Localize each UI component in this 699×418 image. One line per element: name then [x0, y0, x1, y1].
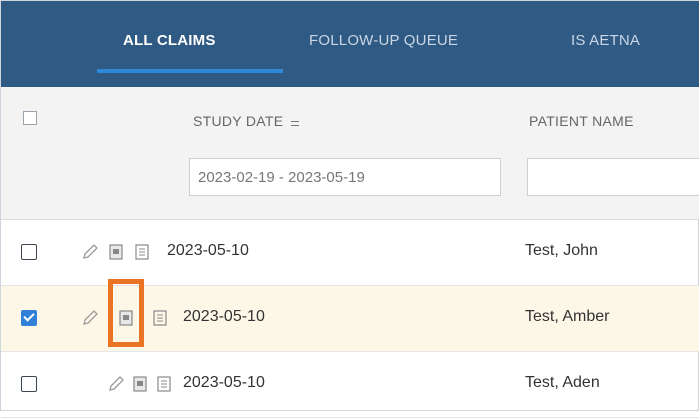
edit-pencil-icon[interactable] [81, 242, 99, 262]
patient-name-label: PATIENT NAME [529, 113, 634, 129]
study-date-cell: 2023-05-10 [183, 374, 265, 391]
tab-is-aetna[interactable]: IS AETNA [571, 21, 640, 61]
patient-name-cell: Test, John [525, 242, 598, 259]
document-list-icon[interactable] [151, 308, 169, 328]
document-list-icon[interactable] [155, 374, 173, 394]
study-date-cell: 2023-05-10 [167, 242, 249, 259]
tab-all-claims[interactable]: ALL CLAIMS [123, 21, 216, 61]
select-all-checkbox[interactable] [23, 111, 37, 125]
row-checkbox[interactable] [21, 310, 37, 326]
patient-name-filter-input[interactable] [527, 158, 699, 196]
column-header-study-date[interactable]: STUDY DATE [193, 113, 300, 129]
grid-header: STUDY DATE PATIENT NAME [1, 87, 699, 220]
row-checkbox[interactable] [21, 244, 37, 260]
edit-pencil-icon[interactable] [81, 308, 99, 328]
table-row[interactable]: 2023-05-10 Test, Aden [1, 352, 699, 418]
tab-follow-up-queue[interactable]: FOLLOW-UP QUEUE [309, 21, 458, 61]
document-list-icon[interactable] [133, 242, 151, 262]
column-header-patient-name[interactable]: PATIENT NAME [529, 113, 634, 129]
patient-name-cell: Test, Aden [525, 374, 600, 391]
tab-bar: ALL CLAIMS FOLLOW-UP QUEUE IS AETNA [1, 1, 699, 87]
sort-icon[interactable] [291, 119, 300, 127]
highlight-annotation [108, 279, 144, 347]
row-checkbox[interactable] [21, 376, 37, 392]
study-date-cell: 2023-05-10 [183, 308, 265, 325]
claim-form-icon[interactable] [107, 242, 125, 262]
table-row[interactable]: 2023-05-10 Test, John [1, 220, 699, 286]
claim-form-icon[interactable] [131, 374, 149, 394]
study-date-label: STUDY DATE [193, 113, 284, 129]
patient-name-cell: Test, Amber [525, 308, 610, 325]
table-row[interactable]: 2023-05-10 Test, Amber [1, 286, 699, 352]
active-tab-indicator [97, 69, 283, 73]
study-date-filter-input[interactable] [189, 158, 501, 196]
edit-pencil-icon[interactable] [107, 374, 125, 394]
